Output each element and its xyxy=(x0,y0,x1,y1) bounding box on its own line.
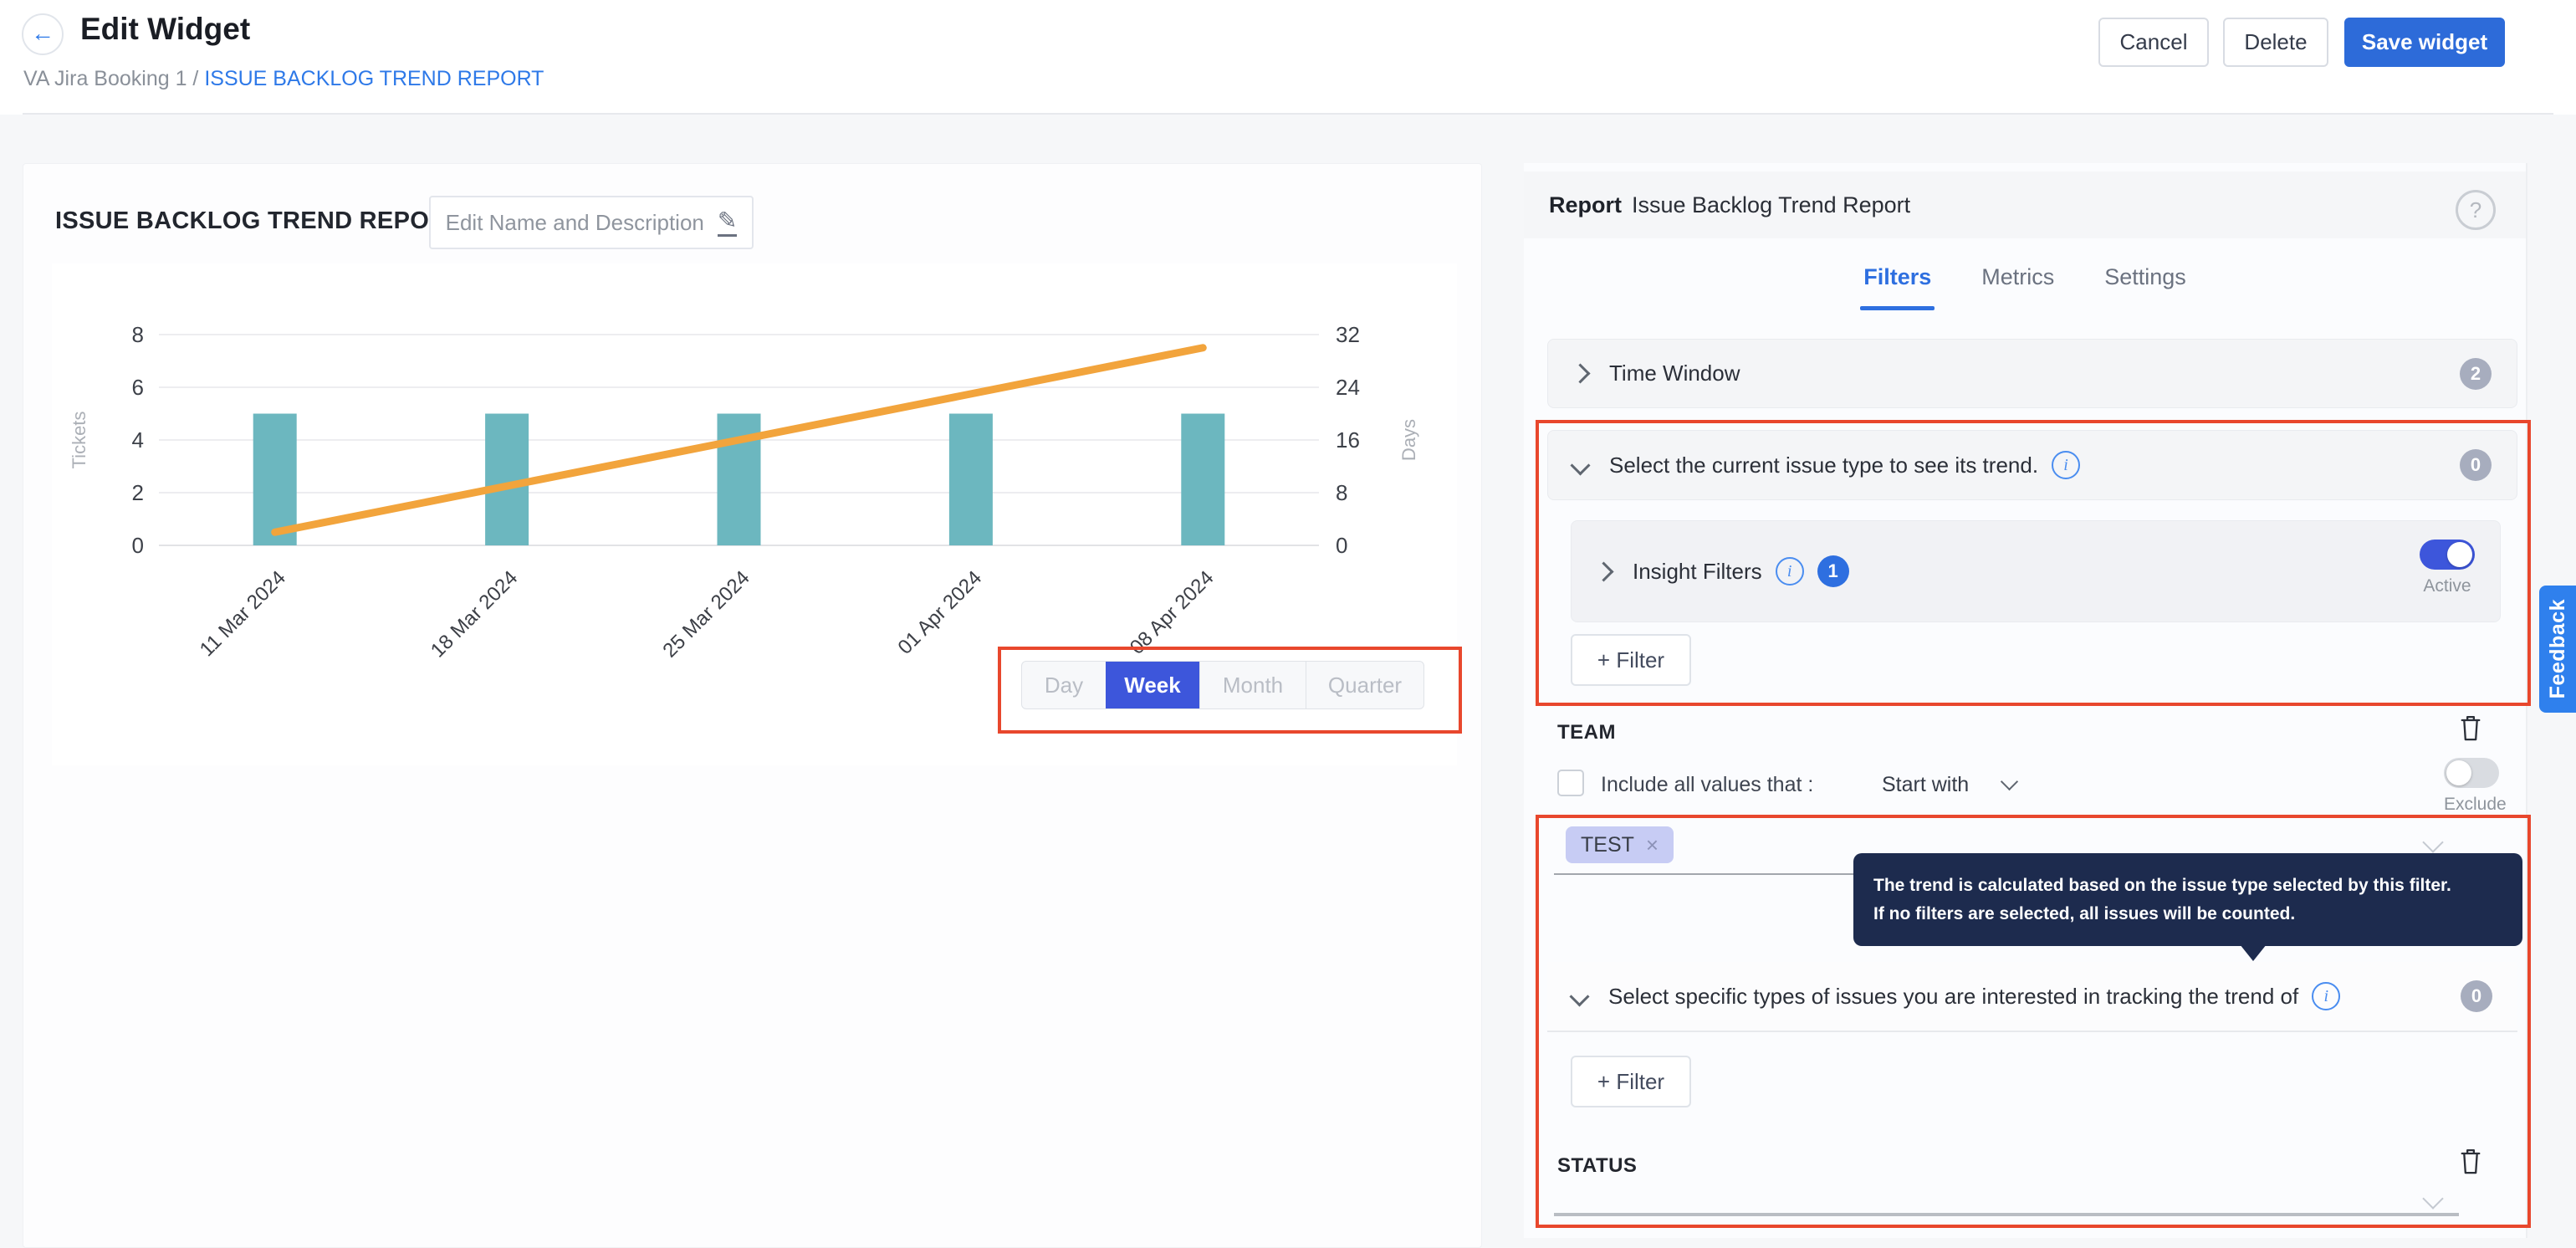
tooltip: The trend is calculated based on the iss… xyxy=(1853,853,2522,946)
issue-type-section-header[interactable]: Select the current issue type to see its… xyxy=(1547,430,2517,500)
period-month[interactable]: Month xyxy=(1199,662,1306,708)
chevron-down-icon xyxy=(1569,986,1589,1006)
specific-types-badge: 0 xyxy=(2461,980,2492,1012)
operator-dropdown[interactable]: Start with xyxy=(1882,773,2016,797)
chevron-down-icon xyxy=(1570,455,1590,475)
report-label: Report xyxy=(1549,192,1622,218)
report-title: Issue Backlog Trend Report xyxy=(1632,192,1910,218)
edit-button-label: Edit Name and Description xyxy=(446,210,704,236)
include-all-values-checkbox[interactable] xyxy=(1557,770,1584,796)
svg-text:32: 32 xyxy=(1336,322,1360,347)
insight-filters-card[interactable]: Insight Filters i 1 Active xyxy=(1571,520,2501,622)
period-quarter[interactable]: Quarter xyxy=(1306,662,1423,708)
svg-text:24: 24 xyxy=(1336,375,1360,400)
insight-filters-toggle-wrap: Active xyxy=(2420,540,2475,596)
panel-tabs: Filters Metrics Settings xyxy=(1524,264,2526,305)
info-icon[interactable]: i xyxy=(2312,982,2340,1010)
insight-filters-label: Insight Filters xyxy=(1633,559,1762,585)
specific-types-section-title: Select specific types of issues you are … xyxy=(1608,984,2298,1010)
svg-text:18 Mar 2024: 18 Mar 2024 xyxy=(427,566,522,662)
feedback-label: Feedback xyxy=(2546,599,2570,698)
delete-team-filter-icon[interactable] xyxy=(2457,713,2484,743)
status-filter-name: STATUS xyxy=(1557,1154,1637,1178)
top-header: ← Edit Widget VA Jira Booking 1 / ISSUE … xyxy=(0,0,2576,115)
back-button[interactable]: ← xyxy=(22,13,64,55)
help-icon[interactable]: ? xyxy=(2456,190,2496,230)
feedback-tab[interactable]: Feedback xyxy=(2539,586,2576,713)
report-header: Report Issue Backlog Trend Report ? xyxy=(1524,171,2526,238)
svg-text:Tickets: Tickets xyxy=(69,412,89,469)
exclude-toggle[interactable] xyxy=(2444,758,2499,788)
tab-filters[interactable]: Filters xyxy=(1863,264,1931,305)
svg-text:25 Mar 2024: 25 Mar 2024 xyxy=(658,566,754,662)
svg-text:0: 0 xyxy=(132,533,144,558)
period-week[interactable]: Week xyxy=(1106,662,1199,708)
svg-text:08 Apr 2024: 08 Apr 2024 xyxy=(1126,566,1219,659)
team-value-chip: TEST × xyxy=(1566,826,1674,863)
issue-type-badge: 0 xyxy=(2460,449,2492,481)
tab-settings[interactable]: Settings xyxy=(2104,264,2186,305)
svg-text:8: 8 xyxy=(1336,480,1347,505)
svg-text:16: 16 xyxy=(1336,427,1360,453)
breadcrumb-parent[interactable]: VA Jira Booking 1 xyxy=(23,67,187,90)
svg-text:2: 2 xyxy=(132,480,144,505)
page-title: Edit Widget xyxy=(80,12,250,47)
add-filter-button[interactable]: + Filter xyxy=(1571,1056,1691,1107)
exclude-toggle-label: Exclude xyxy=(2444,795,2507,815)
chip-label: TEST xyxy=(1581,833,1634,857)
toggle-knob xyxy=(2447,542,2472,567)
svg-text:6: 6 xyxy=(132,375,144,400)
active-toggle[interactable] xyxy=(2420,540,2475,570)
delete-button[interactable]: Delete xyxy=(2223,18,2328,67)
period-selector: Day Week Month Quarter xyxy=(1021,661,1424,709)
time-window-label: Time Window xyxy=(1609,361,1740,386)
include-all-values-label: Include all values that : xyxy=(1601,773,1813,797)
exclude-toggle-wrap: Exclude xyxy=(2444,758,2507,815)
issue-type-section-title: Select the current issue type to see its… xyxy=(1609,453,2038,478)
active-toggle-label: Active xyxy=(2420,576,2475,596)
chip-remove-icon[interactable]: × xyxy=(1646,832,1659,858)
period-day[interactable]: Day xyxy=(1022,662,1106,708)
chevron-right-icon xyxy=(1570,363,1590,383)
svg-text:0: 0 xyxy=(1336,533,1347,558)
insight-filters-count-badge: 1 xyxy=(1817,555,1849,587)
status-input-underline[interactable] xyxy=(1554,1213,2459,1216)
chevron-right-icon xyxy=(1593,561,1613,581)
breadcrumb-separator: / xyxy=(187,67,204,90)
breadcrumb-current[interactable]: ISSUE BACKLOG TREND REPORT xyxy=(204,67,544,90)
svg-text:01 Apr 2024: 01 Apr 2024 xyxy=(894,566,987,659)
svg-text:Days: Days xyxy=(1398,419,1419,461)
svg-text:11 Mar 2024: 11 Mar 2024 xyxy=(196,566,290,661)
delete-status-filter-icon[interactable] xyxy=(2457,1146,2484,1176)
time-window-badge: 2 xyxy=(2460,358,2492,390)
tooltip-arrow xyxy=(2240,944,2267,961)
specific-types-section-header[interactable]: Select specific types of issues you are … xyxy=(1547,962,2517,1032)
edit-name-description-button[interactable]: Edit Name and Description ✎ xyxy=(429,196,754,249)
tab-metrics[interactable]: Metrics xyxy=(1981,264,2054,305)
svg-text:8: 8 xyxy=(132,322,144,347)
save-widget-button[interactable]: Save widget xyxy=(2344,18,2505,67)
edit-widget-page: ← Edit Widget VA Jira Booking 1 / ISSUE … xyxy=(0,0,2576,1248)
widget-title: ISSUE BACKLOG TREND REPORT xyxy=(55,207,462,235)
breadcrumb: VA Jira Booking 1 / ISSUE BACKLOG TREND … xyxy=(23,67,544,91)
add-filter-button[interactable]: + Filter xyxy=(1571,634,1691,686)
info-icon[interactable]: i xyxy=(2052,451,2080,479)
tooltip-line1: The trend is calculated based on the iss… xyxy=(1873,872,2502,900)
operator-value: Start with xyxy=(1882,773,1969,796)
info-icon[interactable]: i xyxy=(1776,557,1804,586)
toggle-knob xyxy=(2446,760,2471,785)
back-arrow-icon: ← xyxy=(31,20,54,46)
tooltip-line2: If no filters are selected, all issues w… xyxy=(1873,900,2502,928)
cancel-button[interactable]: Cancel xyxy=(2098,18,2209,67)
svg-text:4: 4 xyxy=(132,427,144,453)
team-filter-name: TEAM xyxy=(1557,721,1616,744)
pencil-icon: ✎ xyxy=(718,209,737,237)
chevron-down-icon xyxy=(2001,773,2018,790)
time-window-section[interactable]: Time Window 2 xyxy=(1547,339,2517,408)
header-divider xyxy=(23,113,2553,115)
